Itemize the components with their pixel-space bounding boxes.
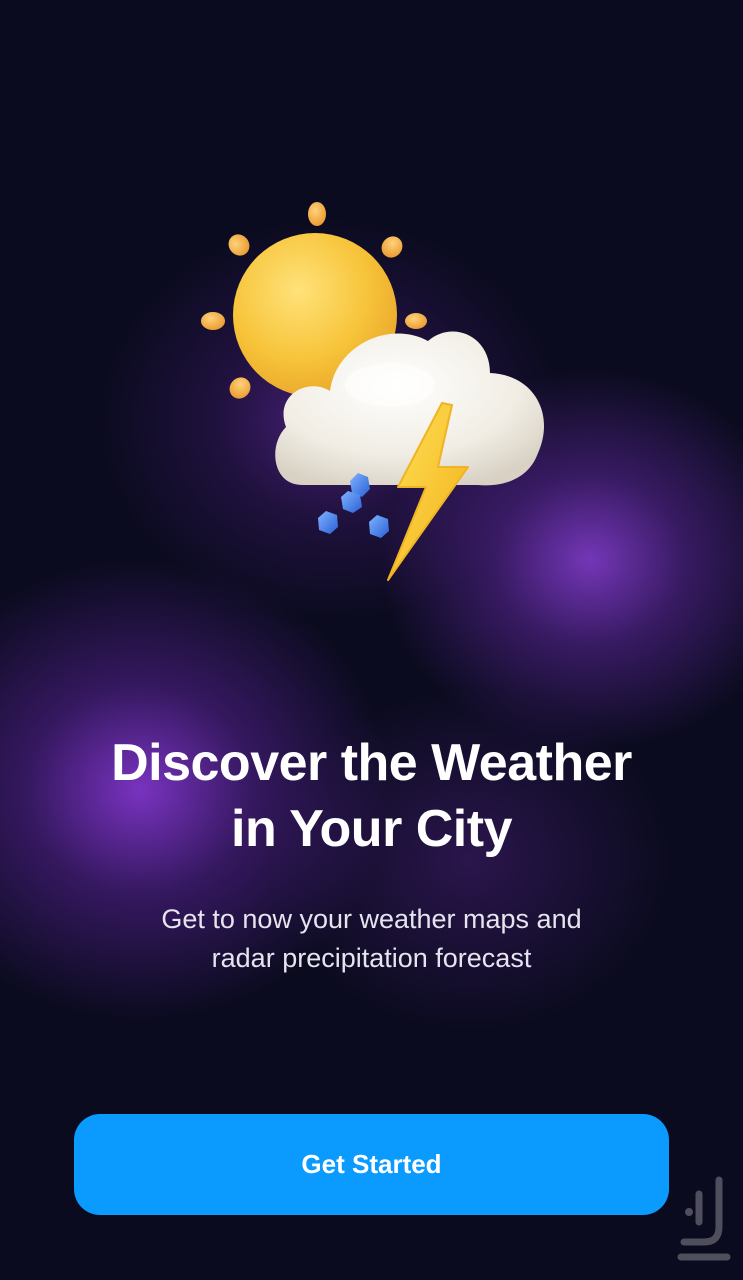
subtitle-line-2: radar precipitation forecast — [211, 943, 532, 973]
store-logo-watermark — [669, 1172, 739, 1272]
onboarding-subtitle: Get to now your weather maps and radar p… — [80, 900, 663, 978]
title-line-2: in Your City — [231, 800, 513, 858]
title-line-1: Discover the Weather — [111, 734, 632, 792]
get-started-button[interactable]: Get Started — [74, 1114, 669, 1215]
onboarding-title: Discover the Weather in Your City — [40, 730, 703, 862]
onboarding-screen: Discover the Weather in Your City Get to… — [0, 0, 743, 1280]
subtitle-line-1: Get to now your weather maps and — [161, 904, 582, 934]
sun-cloud-thunderstorm-icon — [190, 195, 560, 595]
